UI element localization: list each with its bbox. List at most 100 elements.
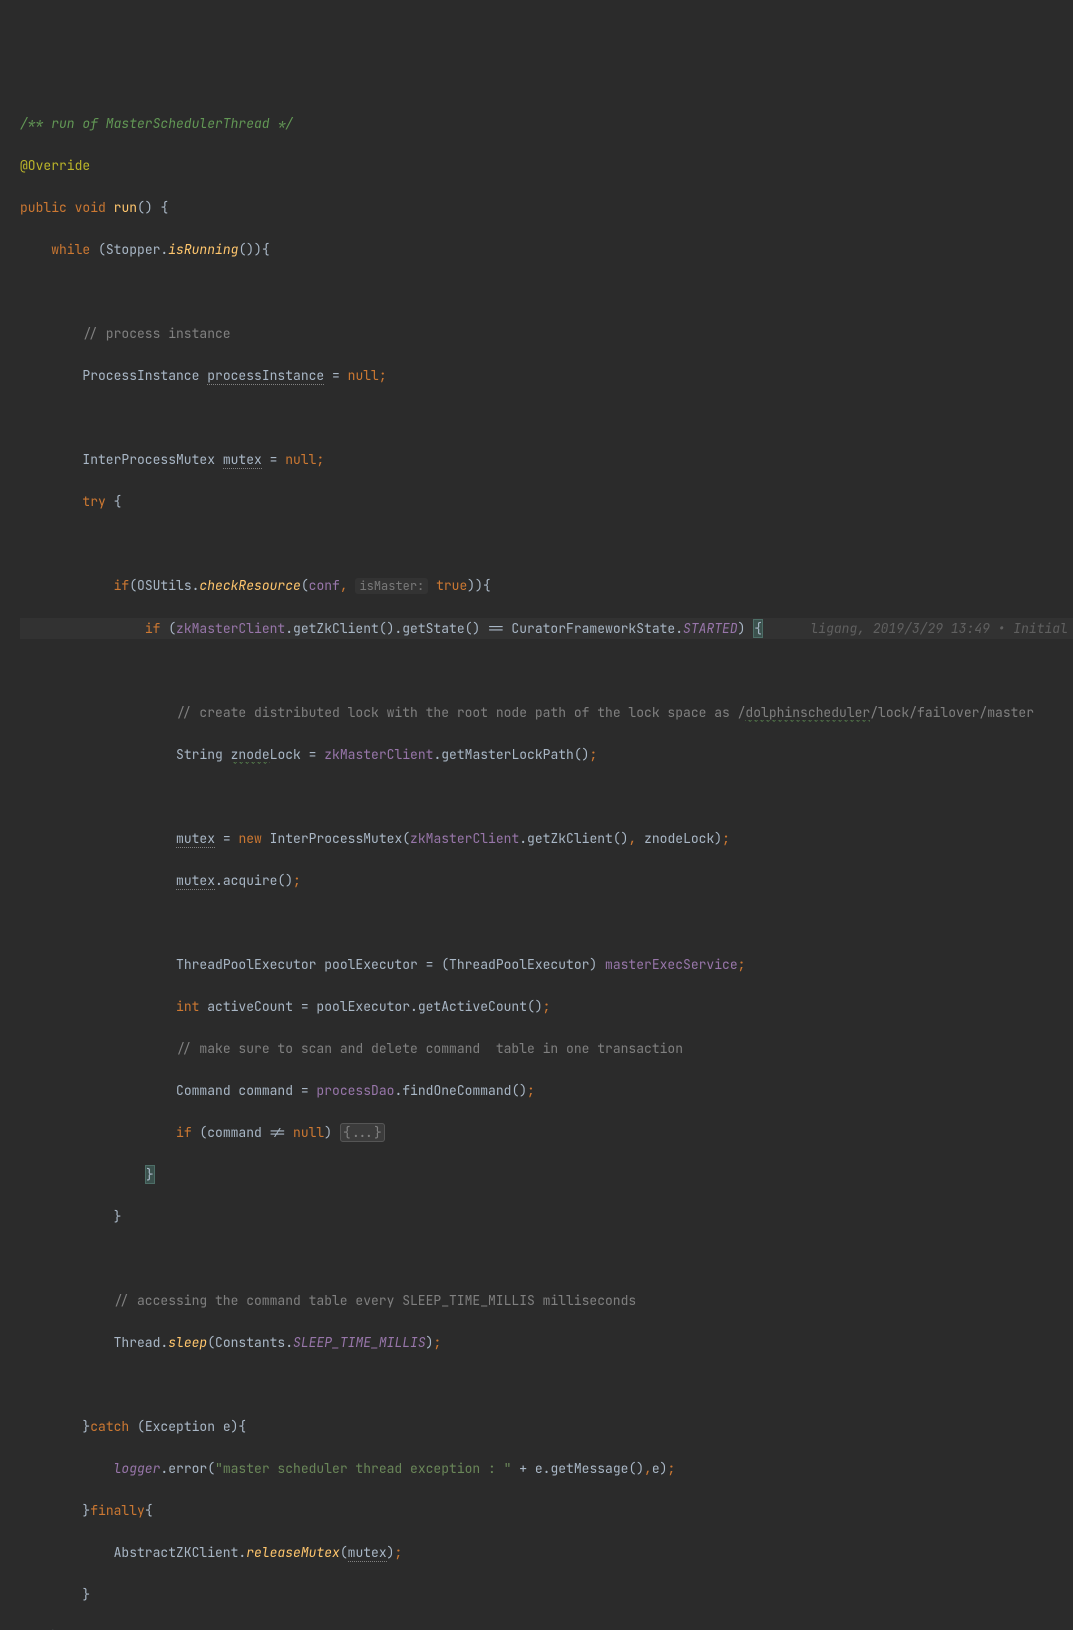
static-method: releaseMutex (246, 1544, 340, 1561)
field: conf (309, 577, 340, 594)
punct: ( (160, 620, 176, 637)
code-line[interactable]: // make sure to scan and delete command … (20, 1038, 1073, 1059)
code-line[interactable]: Thread.sleep(Constants.SLEEP_TIME_MILLIS… (20, 1332, 1073, 1353)
code-line[interactable]: } (20, 1626, 1073, 1630)
punct: ()){ (238, 241, 269, 258)
code-line[interactable]: String znodeLock = zkMasterClient.getMas… (20, 744, 1073, 765)
punct: ( (340, 1544, 348, 1561)
comma: , (644, 1460, 652, 1477)
semicolon: ; (667, 1460, 675, 1477)
string: "master scheduler thread exception : " (215, 1460, 511, 1477)
punct: { (106, 493, 122, 510)
punct: = (324, 367, 347, 384)
punct: .findOneCommand() (394, 1082, 527, 1099)
kw: true (436, 577, 467, 594)
code-line[interactable]: // create distributed lock with the root… (20, 702, 1073, 723)
code-line[interactable] (20, 786, 1073, 807)
code-line[interactable]: @Override (20, 155, 1073, 176)
field: zkMasterClient (176, 620, 285, 637)
field: masterExecService (605, 956, 738, 973)
code-line[interactable] (20, 1374, 1073, 1395)
punct: (command != (192, 1124, 293, 1141)
semicolon: ; (589, 746, 597, 763)
code-line[interactable] (20, 281, 1073, 302)
punct: = (262, 451, 285, 468)
punct: Thread. (114, 1334, 169, 1351)
code-line[interactable]: if (command != null) {...} (20, 1122, 1073, 1143)
code-line[interactable] (20, 533, 1073, 554)
var: mutex (348, 1544, 387, 1562)
code-line[interactable]: }finally{ (20, 1500, 1073, 1521)
kw: null (293, 1124, 324, 1141)
punct: .error( (160, 1460, 215, 1477)
kw: if (176, 1124, 192, 1141)
comment: // process instance (82, 325, 230, 342)
semicolon: ; (738, 956, 746, 973)
kw: while (51, 241, 90, 258)
code-line[interactable]: }catch (Exception e){ (20, 1416, 1073, 1437)
punct: Lock = (270, 746, 325, 763)
semicolon: ; (293, 872, 301, 889)
kw: null (285, 451, 316, 468)
brace: } (82, 1502, 90, 1519)
kw: if (114, 577, 130, 594)
brace: } (82, 1418, 90, 1435)
stmt: ThreadPoolExecutor poolExecutor = (Threa… (176, 956, 605, 973)
code-line[interactable]: } (20, 1164, 1073, 1185)
punct: ) (738, 620, 754, 637)
code-line[interactable]: AbstractZKClient.releaseMutex(mutex); (20, 1542, 1073, 1563)
static-field: SLEEP_TIME_MILLIS (293, 1334, 426, 1351)
code-line[interactable]: mutex.acquire(); (20, 870, 1073, 891)
code-line[interactable]: // process instance (20, 323, 1073, 344)
var-typo: znode (231, 746, 270, 764)
code-line[interactable]: } (20, 1584, 1073, 1605)
semicolon: ; (527, 1082, 535, 1099)
code-line[interactable]: Command command = processDao.findOneComm… (20, 1080, 1073, 1101)
code-line[interactable] (20, 660, 1073, 681)
comment: // make sure to scan and delete command … (176, 1040, 683, 1057)
code-line[interactable] (20, 407, 1073, 428)
annotation: @Override (20, 157, 90, 174)
punct: (OSUtils. (129, 577, 199, 594)
code-line[interactable]: while (Stopper.isRunning()){ (20, 239, 1073, 260)
code-line[interactable]: logger.error("master scheduler thread ex… (20, 1458, 1073, 1479)
code-fold[interactable]: {...} (340, 1123, 385, 1142)
code-line[interactable] (20, 912, 1073, 933)
comma: , (340, 577, 356, 594)
code-editor[interactable]: /** run of MasterSchedulerThread */ @Ove… (0, 84, 1073, 1630)
kw: public (20, 199, 67, 216)
field: zkMasterClient (410, 830, 519, 847)
punct: (Stopper. (90, 241, 168, 258)
punct: ) (426, 1334, 434, 1351)
static-method: isRunning (168, 241, 238, 258)
code-line[interactable]: ThreadPoolExecutor poolExecutor = (Threa… (20, 954, 1073, 975)
semicolon: ; (722, 830, 730, 847)
punct: (Exception e){ (129, 1418, 246, 1435)
brace-match: } (145, 1165, 155, 1184)
code-line[interactable]: /** run of MasterSchedulerThread */ (20, 113, 1073, 134)
code-line[interactable]: int activeCount = poolExecutor.getActive… (20, 996, 1073, 1017)
semicolon: ; (379, 367, 387, 384)
vcs-annotation[interactable]: ligang, 2019/3/29 13:49 • Initial (763, 620, 1073, 637)
kw: new (238, 830, 261, 847)
code-line[interactable]: mutex = new InterProcessMutex(zkMasterCl… (20, 828, 1073, 849)
punct: ( (301, 577, 309, 594)
code-line[interactable]: if(OSUtils.checkResource(conf, isMaster:… (20, 575, 1073, 597)
code-line[interactable]: public void run() { (20, 197, 1073, 218)
var: mutex (176, 872, 215, 890)
field: processDao (316, 1082, 394, 1099)
code-line-highlighted[interactable]: if (zkMasterClient.getZkClient().getStat… (20, 618, 1073, 639)
doc-comment: /** run of MasterSchedulerThread */ (20, 115, 293, 132)
semicolon: ; (433, 1334, 441, 1351)
punct: InterProcessMutex( (262, 830, 410, 847)
comma: , (628, 830, 636, 847)
kw: if (145, 620, 161, 637)
code-line[interactable]: try { (20, 491, 1073, 512)
code-line[interactable]: } (20, 1206, 1073, 1227)
code-line[interactable]: InterProcessMutex mutex = null; (20, 449, 1073, 470)
kw: catch (90, 1418, 129, 1435)
kw: void (75, 199, 106, 216)
code-line[interactable]: ProcessInstance processInstance = null; (20, 365, 1073, 386)
code-line[interactable]: // accessing the command table every SLE… (20, 1290, 1073, 1311)
code-line[interactable] (20, 1248, 1073, 1269)
